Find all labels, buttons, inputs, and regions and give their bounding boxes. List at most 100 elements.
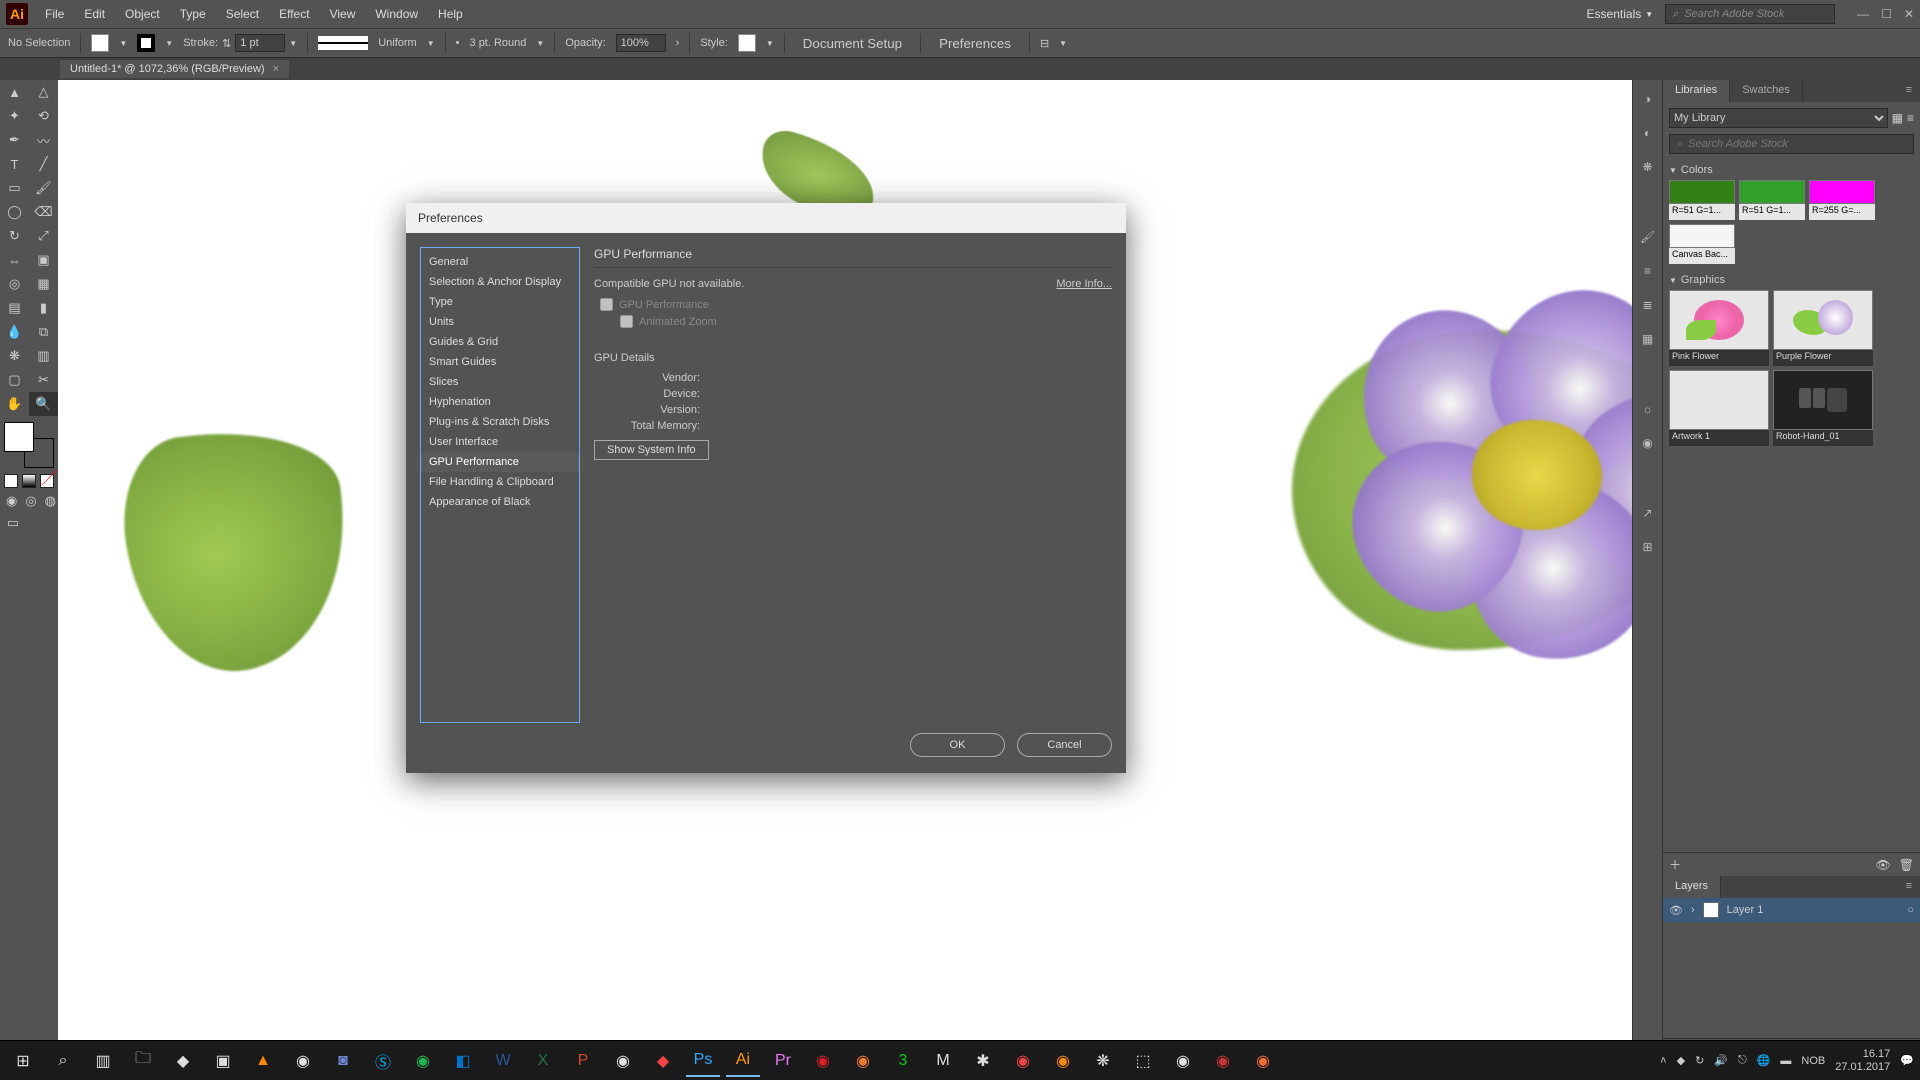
taskbar-clock[interactable]: 16.17 27.01.2017	[1835, 1048, 1890, 1074]
photoshop-icon[interactable]: Ps	[686, 1045, 720, 1077]
chevron-right-icon[interactable]: ›	[676, 37, 680, 49]
type-tool-icon[interactable]: T	[0, 152, 29, 176]
library-color-item[interactable]: Canvas Bac...	[1669, 224, 1735, 264]
tray-icon[interactable]: ⎋	[1738, 1054, 1747, 1067]
panel-icon[interactable]: ▦	[1639, 330, 1657, 348]
chrome-icon[interactable]: ◉	[286, 1045, 320, 1077]
panel-icon[interactable]: ☼	[1639, 400, 1657, 418]
paintbrush-tool-icon[interactable]: 🖌	[29, 176, 58, 200]
color-picker[interactable]	[4, 422, 54, 468]
maximize-icon[interactable]: ☐	[1881, 7, 1892, 21]
cancel-button[interactable]: Cancel	[1017, 733, 1112, 757]
library-color-item[interactable]: R=255 G=...	[1809, 180, 1875, 220]
pref-category[interactable]: Hyphenation	[421, 392, 579, 412]
steam-icon[interactable]: ◉	[1166, 1045, 1200, 1077]
fill-swatch[interactable]	[91, 34, 109, 52]
skype-icon[interactable]: Ⓢ	[366, 1045, 400, 1077]
more-info-link[interactable]: More Info...	[1056, 278, 1112, 290]
volume-icon[interactable]: 🔊	[1714, 1054, 1728, 1067]
app-icon[interactable]: M	[926, 1045, 960, 1077]
slice-tool-icon[interactable]: ✂	[29, 368, 58, 392]
network-icon[interactable]: 🌐	[1757, 1054, 1771, 1067]
gradient-tool-icon[interactable]: ▮	[29, 296, 58, 320]
pref-category-selected[interactable]: GPU Performance	[421, 452, 579, 472]
chevron-down-icon[interactable]: ▼	[165, 39, 173, 48]
menu-help[interactable]: Help	[429, 3, 472, 25]
menu-select[interactable]: Select	[217, 3, 268, 25]
library-color-item[interactable]: R=51 G=1...	[1739, 180, 1805, 220]
line-tool-icon[interactable]: ╱	[29, 152, 58, 176]
blend-tool-icon[interactable]: ⧉	[29, 320, 58, 344]
pref-category[interactable]: Slices	[421, 372, 579, 392]
tray-icon[interactable]: ↻	[1695, 1054, 1704, 1067]
pen-tool-icon[interactable]: ✒	[0, 128, 29, 152]
pref-category[interactable]: User Interface	[421, 432, 579, 452]
premiere-icon[interactable]: Pr	[766, 1045, 800, 1077]
spotify-icon[interactable]: ◉	[406, 1045, 440, 1077]
app-icon[interactable]: ◉	[1206, 1045, 1240, 1077]
stroke-swatch[interactable]	[137, 34, 155, 52]
tab-layers[interactable]: Layers	[1663, 876, 1721, 898]
menu-object[interactable]: Object	[116, 3, 169, 25]
visibility-icon[interactable]: 👁	[1876, 858, 1891, 872]
chevron-down-icon[interactable]: ▼	[427, 39, 435, 48]
style-swatch[interactable]	[738, 34, 756, 52]
panel-icon[interactable]: ◑	[1639, 90, 1657, 108]
task-view-icon[interactable]: ▥	[86, 1045, 120, 1077]
pref-category[interactable]: Smart Guides	[421, 352, 579, 372]
app-icon[interactable]: ❋	[1086, 1045, 1120, 1077]
fill-mode-gradient-icon[interactable]	[22, 474, 36, 488]
section-colors-label[interactable]: Colors	[1669, 164, 1914, 176]
minimize-icon[interactable]: —	[1857, 7, 1869, 21]
creative-cloud-icon[interactable]: ◉	[806, 1045, 840, 1077]
app-icon[interactable]: ◉	[606, 1045, 640, 1077]
chevron-down-icon[interactable]: ▼	[289, 39, 297, 48]
start-button-icon[interactable]: ⊞	[6, 1045, 40, 1077]
stroke-stepper-icon[interactable]: ⇅	[222, 37, 231, 50]
dropbox-icon[interactable]: ◆	[166, 1045, 200, 1077]
width-tool-icon[interactable]: ⇔	[0, 248, 29, 272]
library-select[interactable]: My Library	[1669, 108, 1888, 128]
menu-view[interactable]: View	[321, 3, 365, 25]
tab-swatches[interactable]: Swatches	[1730, 80, 1803, 102]
lasso-tool-icon[interactable]: ⟲	[29, 104, 58, 128]
panel-icon[interactable]: ≡	[1639, 262, 1657, 280]
delete-icon[interactable]: 🗑	[1899, 858, 1914, 872]
search-icon[interactable]: ⌕	[46, 1045, 80, 1077]
pref-category[interactable]: Guides & Grid	[421, 332, 579, 352]
pref-category[interactable]: Units	[421, 312, 579, 332]
app-icon[interactable]: ◉	[1046, 1045, 1080, 1077]
fill-mode-none-icon[interactable]: ／	[40, 474, 54, 488]
hand-tool-icon[interactable]: ✋	[0, 392, 29, 416]
discord-icon[interactable]: ◙	[326, 1045, 360, 1077]
stroke-profile-preview[interactable]	[318, 36, 368, 50]
mesh-tool-icon[interactable]: ▤	[0, 296, 29, 320]
opacity-input[interactable]	[616, 34, 666, 52]
preferences-button[interactable]: Preferences	[931, 32, 1019, 55]
pref-category[interactable]: Type	[421, 292, 579, 312]
panel-icon[interactable]: ↗	[1639, 504, 1657, 522]
chevron-right-icon[interactable]: ›	[1691, 904, 1695, 916]
menu-effect[interactable]: Effect	[270, 3, 318, 25]
tab-libraries[interactable]: Libraries	[1663, 80, 1730, 102]
pref-category[interactable]: Selection & Anchor Display	[421, 272, 579, 292]
panel-icon[interactable]: ◉	[1639, 434, 1657, 452]
show-system-info-button[interactable]: Show System Info	[594, 440, 709, 460]
tray-icon[interactable]: ◆	[1677, 1054, 1685, 1067]
close-icon[interactable]: ×	[273, 63, 279, 75]
epic-games-icon[interactable]: ⬚	[1126, 1045, 1160, 1077]
panel-icon[interactable]: ❋	[1639, 158, 1657, 176]
document-setup-button[interactable]: Document Setup	[795, 32, 910, 55]
stock-search-input[interactable]: ⌕ Search Adobe Stock	[1665, 4, 1835, 24]
zoom-tool-icon[interactable]: 🔍	[29, 392, 58, 416]
grid-view-icon[interactable]: ▦	[1892, 111, 1903, 125]
document-tab[interactable]: Untitled-1* @ 1072,36% (RGB/Preview) ×	[60, 60, 289, 78]
perspective-tool-icon[interactable]: ▦	[29, 272, 58, 296]
eraser-tool-icon[interactable]: ⌫	[29, 200, 58, 224]
draw-normal-icon[interactable]: ◉	[4, 492, 19, 510]
add-content-icon[interactable]: ＋	[1669, 856, 1681, 873]
magic-wand-tool-icon[interactable]: ✦	[0, 104, 29, 128]
shaper-tool-icon[interactable]: ◯	[0, 200, 29, 224]
blender-icon[interactable]: ◉	[846, 1045, 880, 1077]
pref-category[interactable]: File Handling & Clipboard	[421, 472, 579, 492]
